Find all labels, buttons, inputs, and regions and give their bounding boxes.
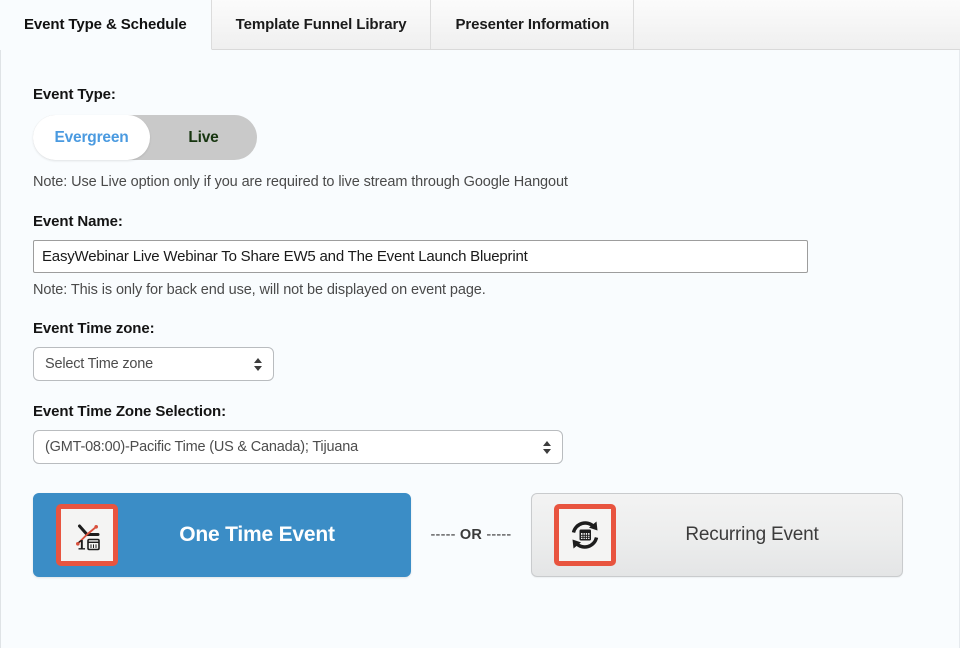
event-time-zone-section: Event Time zone: Select Time zone <box>33 298 959 381</box>
tab-label: Presenter Information <box>455 16 610 33</box>
event-type-option-label: Live <box>188 128 219 146</box>
schedule-type-buttons: 1 One Time Event ----- OR ----- Recurrin… <box>33 464 959 577</box>
one-time-event-button[interactable]: 1 One Time Event <box>33 493 411 577</box>
or-separator-suffix: ----- <box>486 527 512 543</box>
chevron-updown-icon <box>542 431 552 463</box>
chevron-updown-icon <box>253 348 263 380</box>
one-time-event-label: One Time Event <box>179 523 335 546</box>
tab-label: Template Funnel Library <box>235 16 407 33</box>
event-time-zone-selection-select[interactable]: (GMT-08:00)-Pacific Time (US & Canada); … <box>33 430 563 464</box>
tab-label: Event Type & Schedule <box>24 16 187 33</box>
event-type-option-live[interactable]: Live <box>150 115 257 160</box>
recurring-event-button[interactable]: Recurring Event <box>531 493 903 577</box>
event-time-zone-selection-label: Event Time Zone Selection: <box>33 403 227 420</box>
event-name-input[interactable] <box>33 240 808 273</box>
recurring-event-label: Recurring Event <box>685 524 819 545</box>
or-separator-word: OR <box>459 527 483 543</box>
or-separator-prefix: ----- <box>430 527 456 543</box>
tab-template-funnel-library[interactable]: Template Funnel Library <box>212 0 432 49</box>
event-time-zone-select[interactable]: Select Time zone <box>33 347 274 381</box>
event-name-section: Event Name: Note: This is only for back … <box>33 190 959 298</box>
tab-bar: Event Type & Schedule Template Funnel Li… <box>0 0 960 50</box>
svg-text:1: 1 <box>78 537 86 553</box>
event-type-note: Note: Use Live option only if you are re… <box>33 174 568 190</box>
event-name-label: Event Name: <box>33 213 123 230</box>
clock-one-calendar-icon: 1 <box>56 504 118 566</box>
event-time-zone-value: Select Time zone <box>45 356 154 372</box>
recurring-calendar-icon <box>554 504 616 566</box>
event-name-note: Note: This is only for back end use, wil… <box>33 282 486 298</box>
event-time-zone-selection-value: (GMT-08:00)-Pacific Time (US & Canada); … <box>45 439 358 455</box>
event-type-option-evergreen[interactable]: Evergreen <box>33 115 150 160</box>
or-separator: ----- OR ----- <box>411 527 531 543</box>
event-type-option-label: Evergreen <box>54 128 129 146</box>
event-time-zone-selection-section: Event Time Zone Selection: (GMT-08:00)-P… <box>33 381 959 464</box>
event-type-label: Event Type: <box>33 86 116 103</box>
tab-presenter-information[interactable]: Presenter Information <box>431 0 635 49</box>
event-type-toggle[interactable]: Evergreen Live <box>33 115 257 160</box>
event-type-section: Event Type: Evergreen Live Note: Use Liv… <box>33 50 959 190</box>
tab-bar-filler <box>634 0 960 49</box>
tab-event-type-schedule[interactable]: Event Type & Schedule <box>0 0 212 50</box>
event-setup-page: Event Type & Schedule Template Funnel Li… <box>0 0 960 648</box>
event-form-panel: Event Type: Evergreen Live Note: Use Liv… <box>0 50 960 648</box>
event-time-zone-label: Event Time zone: <box>33 320 155 337</box>
